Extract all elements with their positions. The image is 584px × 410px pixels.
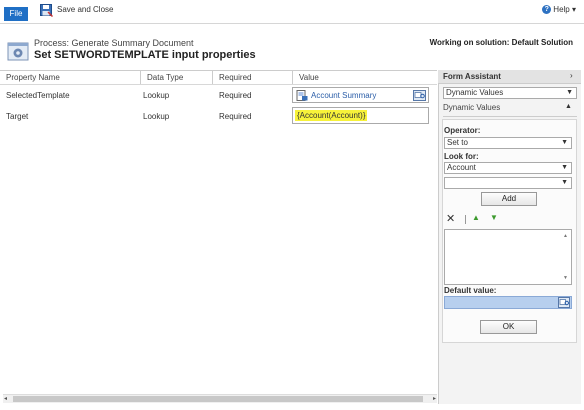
dropdown-arrow-icon[interactable]: ▼ xyxy=(561,163,568,173)
column-divider xyxy=(292,71,293,84)
section-divider xyxy=(443,116,577,117)
ok-button[interactable]: OK xyxy=(480,320,537,334)
target-dynamic-value[interactable]: {Account(Account)} xyxy=(295,110,368,121)
help-label: Help ▾ xyxy=(553,5,576,14)
delete-icon[interactable]: ✕ xyxy=(446,212,455,225)
section-collapse-icon[interactable]: ▲ xyxy=(565,103,572,110)
dynamic-values-list[interactable]: ▲ ▼ xyxy=(444,229,572,285)
default-value-label: Default value: xyxy=(444,286,497,295)
lookup-icon[interactable] xyxy=(413,90,426,101)
column-header-value[interactable]: Value xyxy=(299,73,319,82)
grid-header-line xyxy=(0,84,437,85)
list-scrollbar[interactable]: ▲ ▼ xyxy=(562,231,570,283)
dropdown-arrow-icon[interactable]: ▼ xyxy=(561,138,568,148)
lookup-icon[interactable] xyxy=(558,297,570,308)
look-for-label: Look for: xyxy=(444,152,479,161)
document-template-icon xyxy=(296,90,308,101)
list-scroll-up-icon[interactable]: ▲ xyxy=(563,233,568,239)
operator-select[interactable]: Set to ▼ xyxy=(444,137,572,149)
horizontal-scrollbar[interactable]: ◂ ▸ xyxy=(3,394,437,403)
cell-data-type: Lookup xyxy=(143,91,170,100)
help-menu[interactable]: ? Help ▾ xyxy=(542,5,576,14)
scroll-right-icon[interactable]: ▸ xyxy=(433,395,436,402)
save-and-close-button[interactable]: Save and Close xyxy=(57,5,113,14)
form-assistant-title: Form Assistant xyxy=(443,72,501,81)
collapse-arrow-icon[interactable]: › xyxy=(570,71,573,80)
cell-required: Required xyxy=(219,91,252,100)
look-for-attribute-select[interactable]: ▼ xyxy=(444,177,572,189)
page-title: Set SETWORDTEMPLATE input properties xyxy=(34,49,256,61)
dynamic-values-section-title: Dynamic Values xyxy=(443,103,501,112)
column-divider xyxy=(212,71,213,84)
selected-template-value[interactable]: Account Summary xyxy=(311,91,376,100)
move-up-icon[interactable]: ▲ xyxy=(472,213,480,222)
cell-required: Required xyxy=(219,112,252,121)
scroll-thumb[interactable] xyxy=(13,396,423,402)
process-gear-icon xyxy=(7,42,29,61)
move-down-icon[interactable]: ▼ xyxy=(490,213,498,222)
cell-property-name: Target xyxy=(6,112,29,121)
dropdown-arrow-icon[interactable]: ▼ xyxy=(566,88,573,98)
column-header-required[interactable]: Required xyxy=(219,73,251,82)
selected-template-lookup[interactable]: Account Summary xyxy=(292,87,429,103)
add-button[interactable]: Add xyxy=(481,192,537,206)
target-value-field[interactable]: {Account(Account)} xyxy=(292,107,429,124)
solution-label: Working on solution: Default Solution xyxy=(429,38,573,47)
list-scroll-down-icon[interactable]: ▼ xyxy=(563,275,568,281)
column-header-property-name[interactable]: Property Name xyxy=(6,73,60,82)
assistant-mode-value: Dynamic Values xyxy=(446,88,504,97)
default-value-field[interactable] xyxy=(444,296,572,309)
file-tab[interactable]: File xyxy=(4,7,28,21)
scroll-left-icon[interactable]: ◂ xyxy=(4,395,7,402)
toolbar-divider xyxy=(465,215,466,224)
column-divider xyxy=(140,71,141,84)
operator-label: Operator: xyxy=(444,126,481,135)
operator-value: Set to xyxy=(447,138,468,147)
look-for-value: Account xyxy=(447,163,476,172)
help-icon: ? xyxy=(542,5,552,14)
look-for-entity-select[interactable]: Account ▼ xyxy=(444,162,572,174)
cell-data-type: Lookup xyxy=(143,112,170,121)
save-and-close-icon[interactable] xyxy=(40,4,53,17)
dropdown-arrow-icon[interactable]: ▼ xyxy=(561,178,568,188)
process-title: Process: Generate Summary Document xyxy=(34,38,194,48)
assistant-mode-select[interactable]: Dynamic Values ▼ xyxy=(443,87,577,99)
ribbon-divider xyxy=(0,23,584,24)
cell-property-name: SelectedTemplate xyxy=(6,91,70,100)
column-header-data-type[interactable]: Data Type xyxy=(147,73,183,82)
